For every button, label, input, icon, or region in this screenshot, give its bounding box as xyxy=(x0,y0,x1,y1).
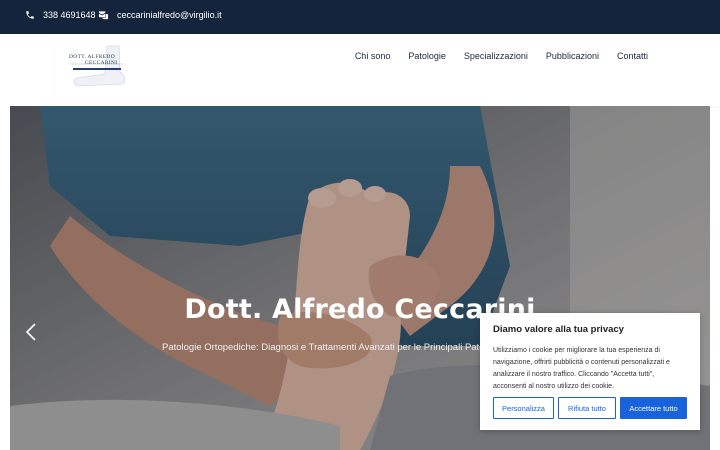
envelope-icon xyxy=(98,11,109,20)
hero-subtitle: Patologie Ortopediche: Diagnosi e Tratta… xyxy=(162,342,492,353)
logo-text-line2: CECCARINI xyxy=(85,60,118,66)
accept-all-button[interactable]: Accettare tutto xyxy=(620,397,687,419)
cookie-consent-banner: Diamo valore alla tua privacy Utilizziam… xyxy=(480,313,700,430)
cookie-title: Diamo valore alla tua privacy xyxy=(493,324,624,335)
phone-icon xyxy=(26,11,34,19)
nav-item-contatti[interactable]: Contatti xyxy=(617,50,648,62)
email-contact[interactable]: ceccarinialfredo@virgilio.it xyxy=(98,0,222,30)
top-contact-bar: 338 4691648 ceccarinialfredo@virgilio.it xyxy=(0,0,720,34)
nav-item-patologie[interactable]: Patologie xyxy=(408,50,446,62)
nav-item-pubblicazioni[interactable]: Pubblicazioni xyxy=(546,50,599,62)
chevron-left-icon[interactable] xyxy=(24,322,38,342)
email-address: ceccarinialfredo@virgilio.it xyxy=(117,10,222,20)
site-header: DOTT. ALFREDO CECCARINI Chi sono Patolog… xyxy=(55,34,720,106)
main-nav: Chi sono Patologie Specializzazioni Pubb… xyxy=(355,50,720,62)
logo-graphic xyxy=(71,45,126,87)
phone-number: 338 4691648 xyxy=(43,10,96,20)
reject-all-button[interactable]: Rifiuta tutto xyxy=(558,397,616,419)
phone-contact[interactable]: 338 4691648 xyxy=(25,0,96,30)
site-logo[interactable]: DOTT. ALFREDO CECCARINI xyxy=(65,42,129,92)
nav-item-chi-sono[interactable]: Chi sono xyxy=(355,50,391,62)
customize-button[interactable]: Personalizza xyxy=(493,397,554,419)
nav-item-specializzazioni[interactable]: Specializzazioni xyxy=(464,50,528,62)
cookie-actions: Personalizza Rifiuta tutto Accettare tut… xyxy=(493,397,687,419)
cookie-description: Utilizziamo i cookie per migliorare la t… xyxy=(493,347,670,390)
